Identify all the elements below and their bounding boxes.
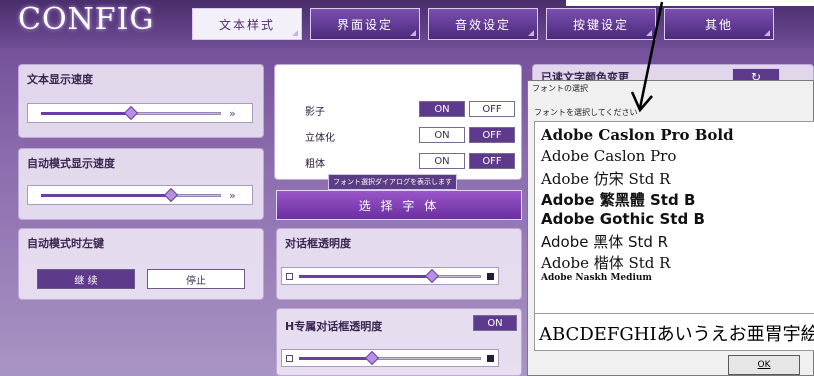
bold-label: 粗体 xyxy=(305,159,325,170)
shadow-label: 影子 xyxy=(305,107,325,118)
config-logo: CONFIG xyxy=(18,2,155,37)
dialog-subtitle: フォントを選択してください xyxy=(534,108,638,117)
bold-off-toggle[interactable]: OFF xyxy=(469,153,515,169)
h-dialog-on-toggle[interactable]: ON xyxy=(473,315,517,331)
font-preview: ABCDEFGHIあいうえお亜胃宇絵御 xyxy=(534,313,814,351)
h-dialog-opacity-slider[interactable] xyxy=(299,350,481,366)
font-item[interactable]: Adobe Caslon Pro Bold xyxy=(541,126,734,144)
tab-sound[interactable]: 音效设定 xyxy=(428,8,538,40)
text-effects-panel: 影子 ON OFF 立体化 ON OFF 粗体 ON OFF xyxy=(274,64,522,180)
font-item[interactable]: Adobe Gothic Std B xyxy=(541,210,705,228)
auto-left-key-panel: 自动模式时左键 继 续 停止 xyxy=(18,228,264,300)
preview-text: ABCDEFGHIあいうえお亜胃宇絵御 xyxy=(539,324,814,345)
ok-button[interactable]: OK xyxy=(728,355,800,375)
auto-speed-arrow-icon[interactable]: » xyxy=(229,189,236,202)
text-speed-title: 文本显示速度 xyxy=(27,73,93,86)
opacity-max-icon xyxy=(487,273,494,280)
overlay-strip xyxy=(566,0,814,6)
h-dialog-opacity-title: H专属对话框透明度 xyxy=(285,320,383,333)
font-list[interactable]: Adobe Caslon Pro Bold Adobe Caslon Pro A… xyxy=(534,121,814,327)
continue-button[interactable]: 继 续 xyxy=(37,269,135,289)
tab-interface[interactable]: 界面设定 xyxy=(310,8,420,40)
font-item[interactable]: Adobe Caslon Pro xyxy=(541,147,676,165)
h-dialog-opacity-panel: H专属对话框透明度 ON xyxy=(276,308,522,376)
auto-left-key-title: 自动模式时左键 xyxy=(27,237,104,250)
select-font-button[interactable]: 选 择 字 体 xyxy=(276,190,522,220)
font-item[interactable]: Adobe 黑体 Std R xyxy=(541,231,668,252)
h-opacity-max-icon xyxy=(487,355,494,362)
auto-speed-slider[interactable] xyxy=(41,187,221,203)
3d-on-toggle[interactable]: ON xyxy=(419,127,465,143)
3d-off-toggle[interactable]: OFF xyxy=(469,127,515,143)
dialog-title: フォントの選択 xyxy=(532,84,588,93)
font-item[interactable]: Adobe 繁黑體 Std B xyxy=(541,189,695,210)
auto-speed-title: 自动模式显示速度 xyxy=(27,157,115,170)
annotation-arrow-icon xyxy=(630,1,664,113)
text-speed-slider[interactable] xyxy=(41,105,221,121)
bold-on-toggle[interactable]: ON xyxy=(419,153,465,169)
dialog-opacity-slider[interactable] xyxy=(299,268,481,284)
text-speed-arrow-icon[interactable]: » xyxy=(229,107,236,120)
font-select-tooltip: フォント選択ダイアログを表示します xyxy=(328,174,457,190)
auto-speed-panel: 自动模式显示速度 » xyxy=(18,148,264,220)
h-opacity-min-icon xyxy=(286,355,293,362)
3d-label: 立体化 xyxy=(305,133,335,144)
text-speed-panel: 文本显示速度 » xyxy=(18,64,264,138)
font-item[interactable]: Adobe 楷体 Std R xyxy=(541,252,670,273)
dialog-opacity-title: 对话框透明度 xyxy=(285,237,351,250)
tab-other[interactable]: 其他 xyxy=(664,8,774,40)
dialog-opacity-panel: 对话框透明度 xyxy=(276,228,522,300)
font-item[interactable]: Adobe Naskh Medium xyxy=(541,273,652,283)
tab-text-style[interactable]: 文本样式 xyxy=(192,8,302,40)
font-select-dialog: フォントの選択 フォントを選択してください Adobe Caslon Pro B… xyxy=(527,80,814,376)
stop-button[interactable]: 停止 xyxy=(147,269,245,289)
shadow-off-toggle[interactable]: OFF xyxy=(469,101,515,117)
opacity-min-icon xyxy=(286,273,293,280)
shadow-on-toggle[interactable]: ON xyxy=(419,101,465,117)
font-item[interactable]: Adobe 仿宋 Std R xyxy=(541,168,670,189)
